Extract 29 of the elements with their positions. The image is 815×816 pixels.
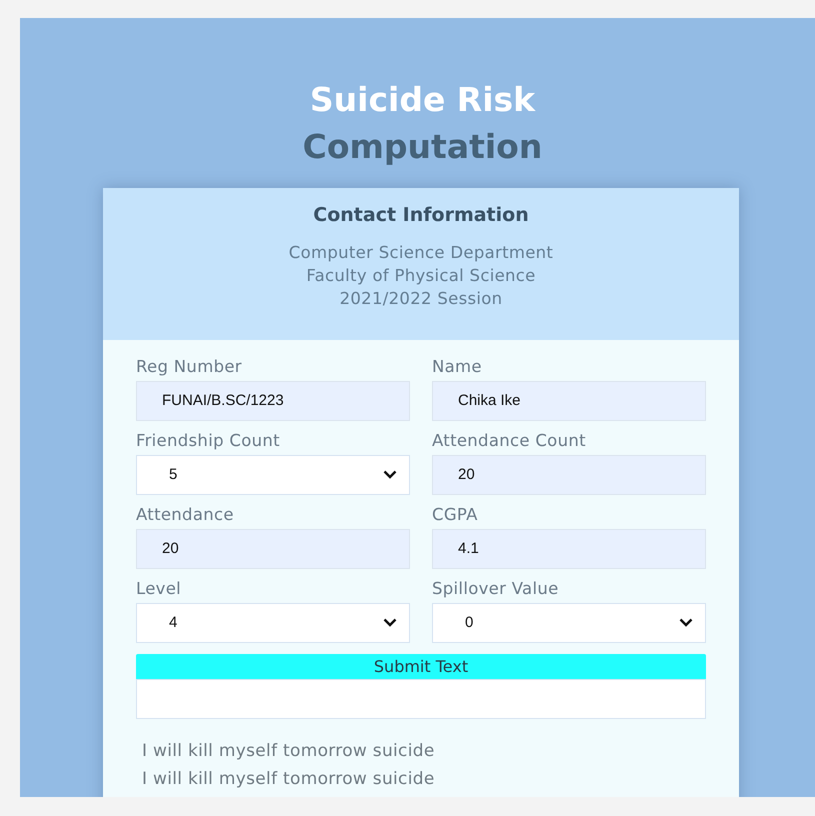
input-field[interactable]: FUNAI/B.SC/1223 xyxy=(136,380,410,421)
result-text: I will kill myself tomorrow suicide xyxy=(142,768,436,791)
field-label: Attendance xyxy=(136,504,235,525)
contact-heading: Contact Information xyxy=(312,204,530,227)
field-label: Name xyxy=(432,356,483,377)
result-text: I will kill myself tomorrow suicide xyxy=(142,740,436,763)
contact-line: Faculty of Physical Science xyxy=(305,264,537,287)
dropdown[interactable]: 0 xyxy=(432,602,706,643)
dropdown[interactable]: 4 xyxy=(136,602,410,643)
field-label: Reg Number xyxy=(136,356,243,377)
page-title: Computation xyxy=(302,126,544,168)
input-field[interactable]: Chika Ike xyxy=(432,380,706,421)
field-label: Level xyxy=(136,578,182,599)
chevron-down-icon xyxy=(679,618,693,628)
input-field[interactable]: 4.1 xyxy=(432,528,706,569)
input-field[interactable]: 20 xyxy=(432,454,706,495)
input-field[interactable]: 20 xyxy=(136,528,410,569)
contact-line: 2021/2022 Session xyxy=(338,288,504,310)
field-label: CGPA xyxy=(432,504,479,525)
field-label: Friendship Count xyxy=(136,430,281,451)
page-title: Suicide Risk xyxy=(308,79,536,121)
contact-line: Computer Science Department xyxy=(288,242,554,264)
field-label: Spillover Value xyxy=(432,578,560,599)
submit-button[interactable]: Submit Text xyxy=(136,654,706,679)
chevron-down-icon xyxy=(383,470,397,480)
field-label: Attendance Count xyxy=(432,430,587,451)
dropdown[interactable]: 5 xyxy=(136,454,410,495)
text-area[interactable] xyxy=(136,678,706,719)
chevron-down-icon xyxy=(383,618,397,628)
